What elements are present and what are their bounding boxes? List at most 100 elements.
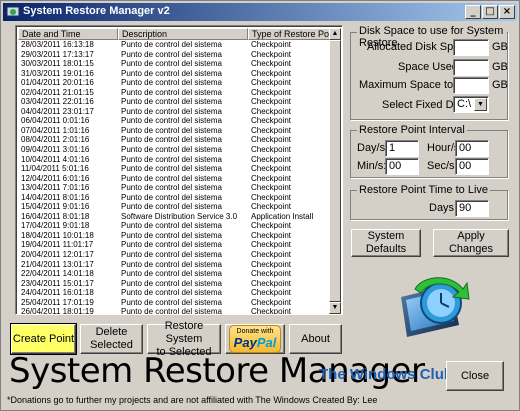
table-row[interactable]: 25/04/2011 17:01:19 Punto de control del … — [18, 298, 330, 308]
column-header-type[interactable]: Type of Restore Point — [248, 28, 330, 40]
row-description-cell: Punto de control del sistema — [121, 49, 222, 59]
row-date-cell: 10/04/2011 4:01:16 — [21, 154, 90, 164]
row-date-cell: 18/04/2011 10:01:18 — [21, 230, 94, 240]
row-type-cell: Checkpoint — [251, 49, 292, 59]
table-row[interactable]: 01/04/2011 20:01:16 Punto de control del … — [18, 78, 330, 88]
row-description-cell: Punto de control del sistema — [121, 173, 222, 183]
row-description-cell: Punto de control del sistema — [121, 269, 222, 279]
row-description-cell: Punto de control del sistema — [121, 202, 222, 212]
column-header-description[interactable]: Description — [118, 28, 248, 40]
row-description-cell: Software Distribution Service 3.0 — [121, 211, 238, 221]
table-row[interactable]: 09/04/2011 3:01:16 Punto de control del s… — [18, 145, 330, 155]
chevron-down-icon[interactable]: ▼ — [474, 98, 487, 111]
row-date-cell: 09/04/2011 3:01:16 — [21, 145, 90, 155]
ttl-days-field[interactable]: 90 — [455, 200, 489, 217]
row-date-cell: 21/04/2011 13:01:17 — [21, 259, 94, 269]
table-row[interactable]: 31/03/2011 19:01:16 Punto de control del … — [18, 69, 330, 79]
row-date-cell: 03/04/2011 22:01:16 — [21, 97, 94, 107]
row-description-cell: Punto de control del sistema — [121, 106, 222, 116]
row-type-cell: Application Install — [251, 211, 314, 221]
list-scrollbar[interactable]: ▲ ▼ — [329, 28, 341, 314]
maximize-button[interactable]: □ — [482, 5, 498, 19]
table-row[interactable]: 26/04/2011 18:01:19 Punto de control del … — [18, 307, 330, 314]
row-type-cell: Checkpoint — [251, 97, 292, 107]
table-row[interactable]: 10/04/2011 4:01:16 Punto de control del s… — [18, 155, 330, 165]
row-description-cell: Punto de control del sistema — [121, 183, 222, 193]
row-type-cell: Checkpoint — [251, 59, 292, 69]
table-row[interactable]: 16/04/2011 8:01:18 Software Distribution … — [18, 212, 330, 222]
allocated-space-field[interactable] — [453, 39, 489, 56]
table-row[interactable]: 02/04/2011 21:01:15 Punto de control del … — [18, 88, 330, 98]
scroll-up-arrow-icon[interactable]: ▲ — [329, 28, 341, 40]
row-date-cell: 08/04/2011 2:01:16 — [21, 135, 90, 145]
secs-field[interactable]: 00 — [455, 158, 489, 175]
title-bar[interactable]: System Restore Manager v2 _ □ × — [3, 3, 517, 21]
table-row[interactable]: 15/04/2011 9:01:16 Punto de control del s… — [18, 202, 330, 212]
drive-select[interactable]: C:\ ▼ — [453, 96, 489, 113]
table-row[interactable]: 30/03/2011 18:01:15 Punto de control del … — [18, 59, 330, 69]
row-description-cell: Punto de control del sistema — [121, 230, 222, 240]
row-type-cell: Checkpoint — [251, 250, 292, 260]
row-description-cell: Punto de control del sistema — [121, 125, 222, 135]
close-window-button[interactable]: × — [499, 5, 515, 19]
drive-select-value: C:\ — [457, 98, 472, 110]
footer-note: *Donations go to further my projects and… — [7, 395, 378, 405]
about-button[interactable]: About — [289, 324, 342, 354]
create-point-button[interactable]: Create Point — [10, 323, 77, 355]
table-row[interactable]: 29/03/2011 17:13:17 Punto de control del … — [18, 50, 330, 60]
donate-button[interactable]: Donate with PayPal — [225, 324, 285, 354]
days-field[interactable]: 1 — [385, 140, 419, 157]
scroll-down-arrow-icon[interactable]: ▼ — [329, 302, 341, 314]
table-row[interactable]: 04/04/2011 23:01:17 Punto de control del … — [18, 107, 330, 117]
row-type-cell: Checkpoint — [251, 116, 292, 126]
table-row[interactable]: 20/04/2011 12:01:17 Punto de control del … — [18, 250, 330, 260]
row-type-cell: Checkpoint — [251, 230, 292, 240]
table-row[interactable]: 11/04/2011 5:01:16 Punto de control del s… — [18, 164, 330, 174]
table-row[interactable]: 06/04/2011 0:01:16 Punto de control del s… — [18, 116, 330, 126]
row-date-cell: 14/04/2011 8:01:16 — [21, 192, 90, 202]
table-row[interactable]: 18/04/2011 10:01:18 Punto de control del … — [18, 231, 330, 241]
max-space-field[interactable] — [453, 77, 489, 94]
column-header-date[interactable]: Date and Time — [18, 28, 118, 40]
row-type-cell: Checkpoint — [251, 240, 292, 250]
close-button[interactable]: Close — [446, 361, 504, 391]
table-row[interactable]: 23/04/2011 15:01:17 Punto de control del … — [18, 279, 330, 289]
row-description-cell: Punto de control del sistema — [121, 97, 222, 107]
table-row[interactable]: 08/04/2011 2:01:16 Punto de control del s… — [18, 135, 330, 145]
table-row[interactable]: 17/04/2011 9:01:18 Punto de control del s… — [18, 221, 330, 231]
space-used-field[interactable] — [453, 59, 489, 76]
scroll-thumb[interactable] — [329, 40, 341, 302]
table-row[interactable]: 12/04/2011 6:01:16 Punto de control del s… — [18, 174, 330, 184]
mins-field[interactable]: 00 — [385, 158, 419, 175]
used-unit: GB — [492, 61, 508, 73]
delete-selected-button[interactable]: Delete Selected — [80, 324, 143, 354]
row-date-cell: 19/04/2011 11:01:17 — [21, 240, 94, 250]
table-row[interactable]: 22/04/2011 14:01:18 Punto de control del … — [18, 269, 330, 279]
restore-selected-button[interactable]: Restore System to Selected — [147, 320, 221, 358]
row-type-cell: Checkpoint — [251, 278, 292, 288]
restore-point-list[interactable]: Date and Time Description Type of Restor… — [15, 25, 343, 315]
row-date-cell: 16/04/2011 8:01:18 — [21, 211, 90, 221]
row-description-cell: Punto de control del sistema — [121, 288, 222, 298]
system-defaults-button[interactable]: System Defaults — [351, 229, 421, 257]
table-row[interactable]: 28/03/2011 16:13:18 Punto de control del … — [18, 40, 330, 50]
table-row[interactable]: 13/04/2011 7:01:16 Punto de control del s… — [18, 183, 330, 193]
row-date-cell: 11/04/2011 5:01:16 — [21, 164, 89, 174]
row-date-cell: 29/03/2011 17:13:17 — [21, 49, 94, 59]
table-row[interactable]: 21/04/2011 13:01:17 Punto de control del … — [18, 260, 330, 270]
paypal-pay: Pay — [233, 335, 257, 350]
hours-field[interactable]: 00 — [455, 140, 489, 157]
table-row[interactable]: 24/04/2011 16:01:18 Punto de control del … — [18, 288, 330, 298]
table-row[interactable]: 19/04/2011 11:01:17 Punto de control del … — [18, 240, 330, 250]
table-row[interactable]: 07/04/2011 1:01:16 Punto de control del s… — [18, 126, 330, 136]
restore-app-icon — [6, 6, 20, 17]
delete-selected-label-1: Delete — [95, 326, 128, 338]
minimize-button[interactable]: _ — [465, 5, 481, 19]
table-row[interactable]: 03/04/2011 22:01:16 Punto de control del … — [18, 97, 330, 107]
allocated-unit: GB — [492, 41, 508, 53]
row-description-cell: Punto de control del sistema — [121, 297, 222, 307]
restore-selected-label-1: Restore System — [164, 319, 204, 345]
table-row[interactable]: 14/04/2011 8:01:16 Punto de control del s… — [18, 193, 330, 203]
row-description-cell: Punto de control del sistema — [121, 145, 222, 155]
apply-changes-button[interactable]: Apply Changes — [433, 229, 509, 257]
